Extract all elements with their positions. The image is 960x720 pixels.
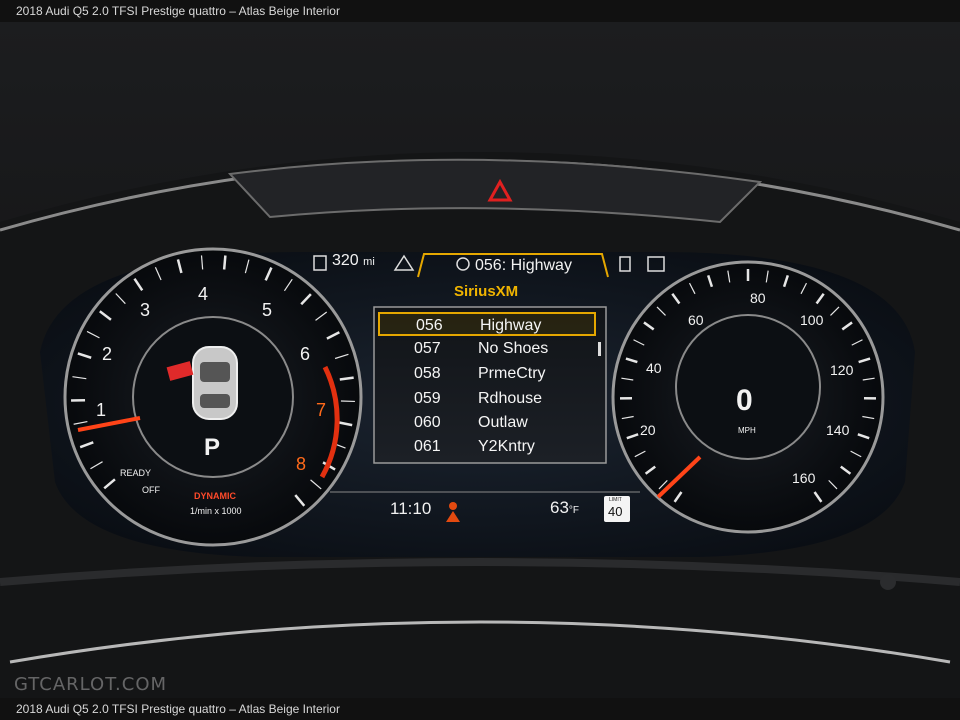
station-number: 060 <box>414 414 441 431</box>
station-name: Y2Kntry <box>478 438 535 455</box>
dash-button <box>880 574 896 590</box>
clock: 11:10 <box>390 499 432 518</box>
station-row[interactable]: 061 Y2Kntry <box>378 435 598 459</box>
speed-label-100: 100 <box>800 312 824 328</box>
dial-tick <box>222 255 227 270</box>
tach-label-5: 5 <box>262 300 273 320</box>
car-top-view-icon <box>192 346 238 420</box>
temperature-unit: °F <box>568 505 580 516</box>
tach-label-2: 2 <box>102 344 113 364</box>
seatbelt-warning-icon-head <box>449 502 457 510</box>
tach-label-8: 8 <box>296 454 307 474</box>
speed-limit-value: 40 <box>608 504 623 519</box>
tach-label-7: 7 <box>316 400 327 420</box>
watermark: GTCARLOT.COM <box>14 674 168 695</box>
gear-indicator: P <box>204 434 221 461</box>
station-name: Outlaw <box>478 414 528 431</box>
station-number: 059 <box>414 390 441 407</box>
station-row[interactable]: 059 Rdhouse <box>378 387 598 411</box>
source-label: SiriusXM <box>454 283 519 300</box>
speed-label-120: 120 <box>830 362 854 378</box>
station-row[interactable]: 058 PrmeCtry <box>378 362 598 386</box>
station-row-selected[interactable]: 056 Highway <box>378 312 596 336</box>
speed-label-20: 20 <box>640 422 656 438</box>
image-caption-bottom: 2018 Audi Q5 2.0 TFSI Prestige quattro –… <box>0 698 960 720</box>
station-number: 061 <box>414 438 441 455</box>
list-scrollbar <box>598 342 601 356</box>
speed-label-140: 140 <box>826 422 850 438</box>
speed-label-80: 80 <box>750 290 766 306</box>
image-caption-top: 2018 Audi Q5 2.0 TFSI Prestige quattro –… <box>0 0 960 22</box>
station-row[interactable]: 060 Outlaw <box>378 411 598 435</box>
station-name: PrmeCtry <box>478 365 546 382</box>
speed-unit-label: MPH <box>738 426 756 435</box>
station-row[interactable]: 057 No Shoes <box>378 337 598 361</box>
off-label: OFF <box>142 485 160 495</box>
now-playing-label: 056: Highway <box>475 257 572 274</box>
speed-label-160: 160 <box>792 470 816 486</box>
temperature-value: 63 <box>550 498 569 517</box>
range-value: 320 <box>332 252 359 269</box>
tach-label-3: 3 <box>140 300 151 320</box>
tach-label-1: 1 <box>96 400 107 420</box>
station-number: 057 <box>414 340 441 357</box>
rpm-unit-label: 1/min x 1000 <box>190 506 242 516</box>
speed-limit-label: LIMIT <box>609 497 622 503</box>
station-number: 056 <box>416 317 443 334</box>
drive-mode-label: DYNAMIC <box>194 491 236 501</box>
speed-label-40: 40 <box>646 360 662 376</box>
outside-temperature: 63°F <box>550 498 579 518</box>
range-unit: mi <box>363 256 375 268</box>
range-readout: 320 mi <box>332 252 375 270</box>
station-name: No Shoes <box>478 340 549 357</box>
speed-readout: 0 <box>736 384 753 417</box>
speed-label-60: 60 <box>688 312 704 328</box>
ready-label: READY <box>120 468 152 478</box>
station-name: Highway <box>480 317 542 334</box>
instrument-cluster-photo: 1 2 3 4 5 6 7 8 P READY OFF DYNAMIC 1/mi… <box>0 22 960 698</box>
station-name: Rdhouse <box>478 390 543 407</box>
tach-label-6: 6 <box>300 344 311 364</box>
station-number: 058 <box>414 365 441 382</box>
tach-label-4: 4 <box>198 284 209 304</box>
